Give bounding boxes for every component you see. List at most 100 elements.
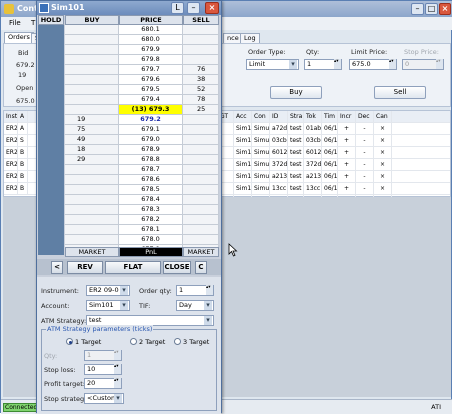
column-header[interactable]: Con bbox=[252, 111, 270, 123]
decrease-button[interactable]: - bbox=[356, 147, 374, 159]
account-select[interactable]: Sim101 bbox=[86, 300, 130, 311]
cancel-button[interactable]: × bbox=[374, 159, 392, 171]
increase-button[interactable]: + bbox=[338, 123, 356, 135]
increase-button[interactable]: + bbox=[338, 183, 356, 195]
sell-cell[interactable] bbox=[183, 165, 219, 175]
menu-file[interactable]: File bbox=[9, 19, 21, 27]
collapse-left-button[interactable]: < bbox=[51, 261, 63, 274]
buy-cell[interactable] bbox=[65, 185, 119, 195]
buy-cell[interactable] bbox=[65, 65, 119, 75]
buy-cell[interactable] bbox=[65, 205, 119, 215]
market-sell-button[interactable]: MARKET bbox=[183, 247, 219, 257]
column-header[interactable]: Incr bbox=[338, 111, 356, 123]
cancel-button[interactable]: × bbox=[374, 123, 392, 135]
column-header[interactable]: Inst bbox=[4, 111, 18, 123]
sell-cell[interactable] bbox=[183, 125, 219, 135]
buy-cell[interactable] bbox=[65, 75, 119, 85]
sell-cell[interactable] bbox=[183, 195, 219, 205]
buy-cell[interactable] bbox=[65, 35, 119, 45]
decrease-button[interactable]: - bbox=[356, 123, 374, 135]
buy-cell[interactable] bbox=[65, 45, 119, 55]
sell-cell[interactable] bbox=[183, 55, 219, 65]
sell-cell[interactable] bbox=[183, 185, 219, 195]
column-header[interactable]: Tok bbox=[304, 111, 322, 123]
stop-strategy-select[interactable]: <Custom bbox=[84, 393, 124, 404]
flatten-button[interactable]: FLAT bbox=[105, 261, 161, 274]
buy-cell[interactable] bbox=[65, 215, 119, 225]
increase-button[interactable]: + bbox=[338, 159, 356, 171]
cancel-button[interactable]: × bbox=[374, 147, 392, 159]
profit-target-input[interactable]: 20 bbox=[84, 378, 122, 389]
close-button[interactable]: × bbox=[439, 3, 451, 15]
limit-price-input[interactable]: 675.0 bbox=[349, 59, 397, 70]
decrease-button[interactable]: - bbox=[356, 135, 374, 147]
buy-cell[interactable]: 29 bbox=[65, 155, 119, 165]
two-target-radio[interactable]: 2 Target bbox=[130, 338, 165, 346]
buy-cell[interactable]: 18 bbox=[65, 145, 119, 155]
sell-cell[interactable] bbox=[183, 205, 219, 215]
buy-cell[interactable]: 49 bbox=[65, 135, 119, 145]
increase-button[interactable]: + bbox=[338, 147, 356, 159]
sell-cell[interactable] bbox=[183, 25, 219, 35]
dom-close-button[interactable]: × bbox=[205, 2, 219, 14]
tab-log[interactable]: Log bbox=[240, 33, 260, 43]
sell-cell[interactable]: 52 bbox=[183, 85, 219, 95]
market-buy-button[interactable]: MARKET bbox=[65, 247, 119, 257]
stop-price-input[interactable]: 0 bbox=[402, 59, 444, 70]
increase-button[interactable]: + bbox=[338, 171, 356, 183]
increase-button[interactable]: + bbox=[338, 135, 356, 147]
buy-cell[interactable] bbox=[65, 95, 119, 105]
cancel-button[interactable]: × bbox=[374, 171, 392, 183]
buy-cell[interactable] bbox=[65, 85, 119, 95]
sell-cell[interactable] bbox=[183, 35, 219, 45]
buy-button[interactable]: Buy bbox=[270, 86, 322, 99]
sell-cell[interactable] bbox=[183, 155, 219, 165]
decrease-button[interactable]: - bbox=[356, 159, 374, 171]
column-header[interactable]: Acc bbox=[234, 111, 252, 123]
reverse-button[interactable]: REV bbox=[67, 261, 103, 274]
qty-input[interactable]: 1 bbox=[304, 59, 342, 70]
column-header[interactable]: A bbox=[18, 111, 28, 123]
sell-cell[interactable] bbox=[183, 145, 219, 155]
sell-cell[interactable] bbox=[183, 225, 219, 235]
buy-cell[interactable] bbox=[65, 175, 119, 185]
buy-cell[interactable] bbox=[65, 165, 119, 175]
column-header[interactable]: Dec bbox=[356, 111, 374, 123]
sell-cell[interactable] bbox=[183, 175, 219, 185]
dom-minimize-button[interactable]: – bbox=[187, 2, 200, 14]
sell-cell[interactable]: 38 bbox=[183, 75, 219, 85]
decrease-button[interactable]: - bbox=[356, 171, 374, 183]
atm-qty-input[interactable]: 1 bbox=[84, 350, 122, 361]
buy-cell[interactable] bbox=[65, 25, 119, 35]
sell-cell[interactable] bbox=[183, 115, 219, 125]
superdom-title-bar[interactable]: Sim101 L – × bbox=[37, 1, 221, 15]
sell-cell[interactable] bbox=[183, 235, 219, 245]
instrument-select[interactable]: ER2 09-0 bbox=[86, 285, 130, 296]
buy-cell[interactable]: 19 bbox=[65, 115, 119, 125]
c-button[interactable]: C bbox=[195, 261, 207, 274]
decrease-button[interactable]: - bbox=[356, 183, 374, 195]
one-target-radio[interactable]: 1 Target bbox=[66, 338, 101, 346]
menu-tools[interactable]: T bbox=[31, 19, 35, 27]
three-target-radio[interactable]: 3 Target bbox=[174, 338, 209, 346]
column-header[interactable]: Can bbox=[374, 111, 392, 123]
sell-button[interactable]: Sell bbox=[374, 86, 426, 99]
order-type-select[interactable]: Limit bbox=[246, 59, 299, 70]
cancel-button[interactable]: × bbox=[374, 135, 392, 147]
column-header[interactable]: Stra bbox=[288, 111, 304, 123]
stop-loss-input[interactable]: 10 bbox=[84, 364, 122, 375]
sell-cell[interactable]: 25 bbox=[183, 105, 219, 115]
close-position-button[interactable]: CLOSE bbox=[163, 261, 191, 274]
sell-cell[interactable]: 76 bbox=[183, 65, 219, 75]
buy-cell[interactable]: 75 bbox=[65, 125, 119, 135]
sell-cell[interactable] bbox=[183, 135, 219, 145]
link-button[interactable]: L bbox=[171, 2, 184, 14]
maximize-button[interactable]: □ bbox=[425, 3, 438, 15]
sell-cell[interactable] bbox=[183, 45, 219, 55]
column-header[interactable]: Tim bbox=[322, 111, 338, 123]
tif-select[interactable]: Day bbox=[176, 300, 214, 311]
column-header[interactable]: ID bbox=[270, 111, 288, 123]
minimize-button[interactable]: – bbox=[411, 3, 424, 15]
tab-orders[interactable]: Orders bbox=[4, 32, 34, 43]
sell-cell[interactable]: 78 bbox=[183, 95, 219, 105]
